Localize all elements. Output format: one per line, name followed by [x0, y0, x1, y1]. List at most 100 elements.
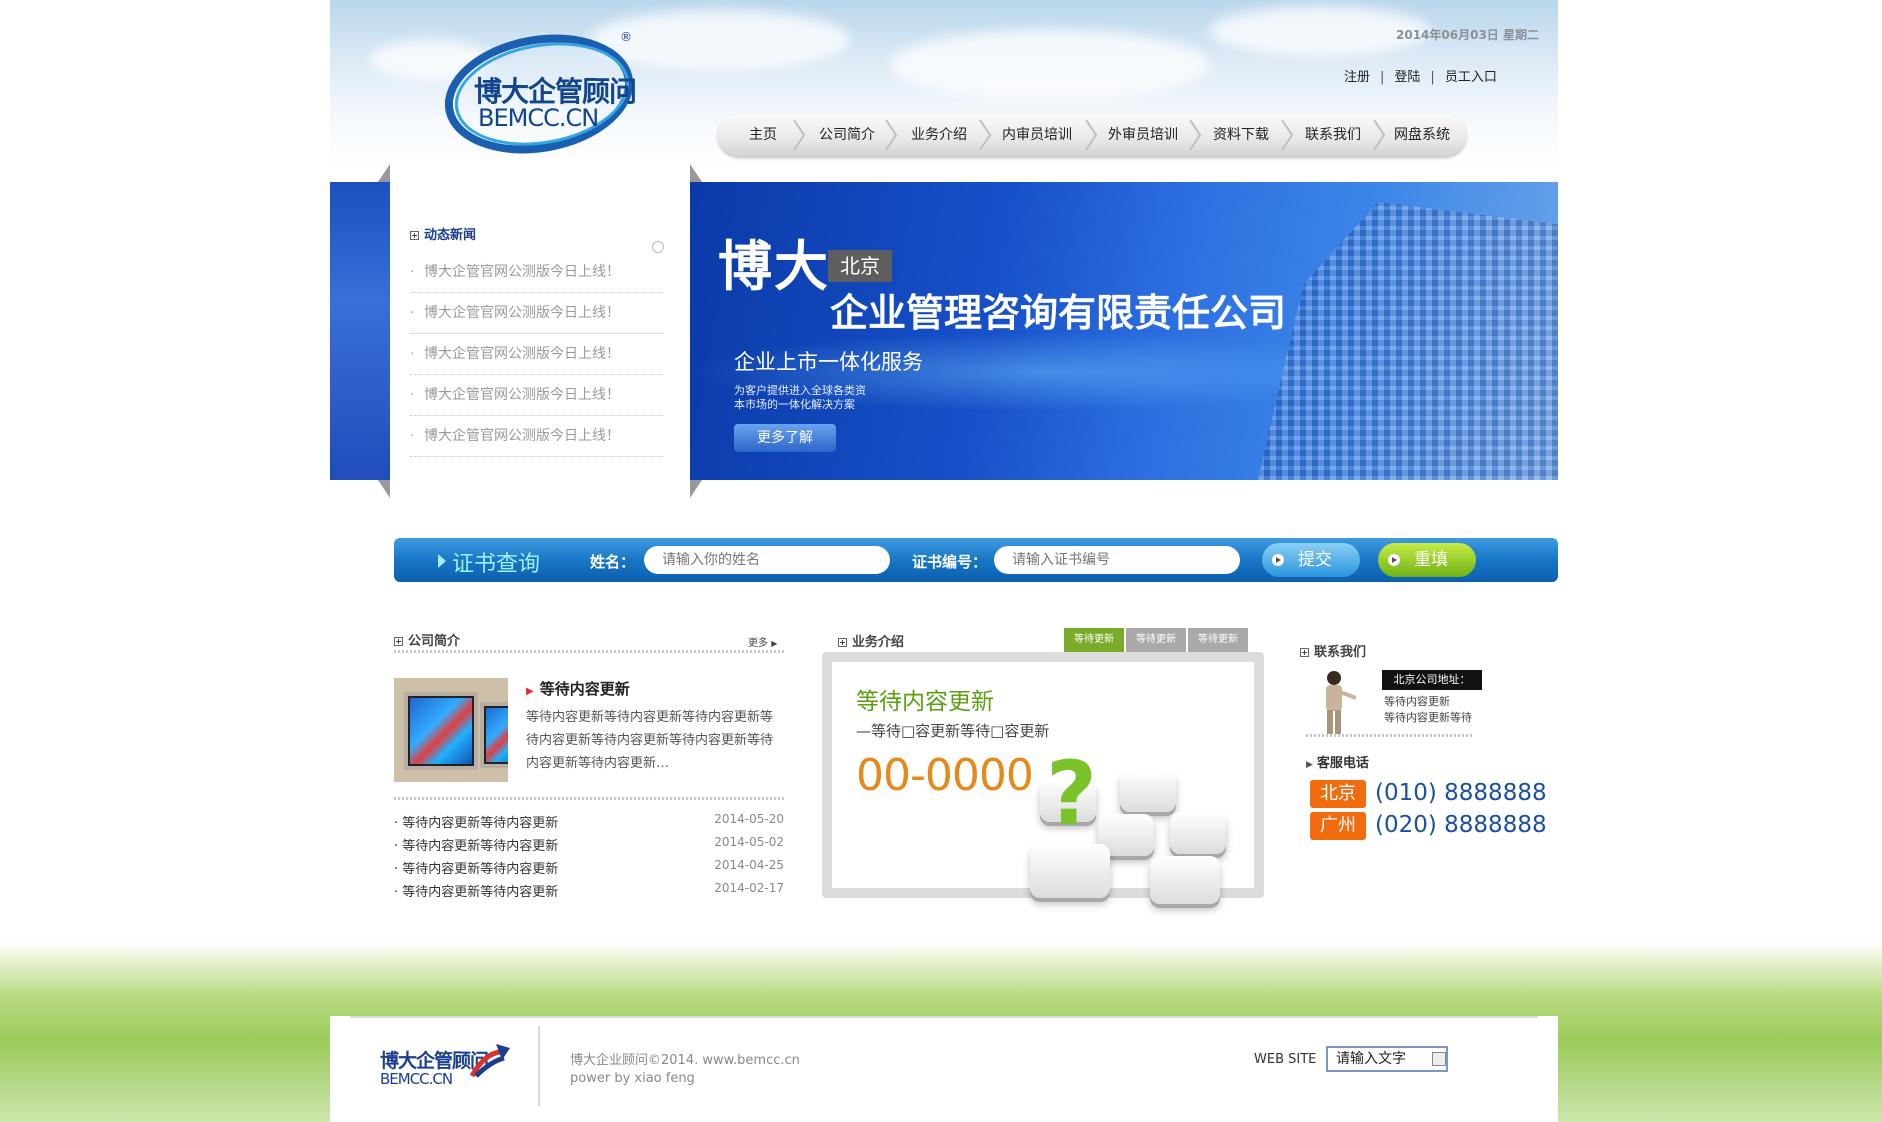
arrow-right-icon	[438, 554, 446, 568]
staff-entry-link[interactable]: 员工入口	[1445, 66, 1497, 85]
nav-separator-icon	[885, 119, 898, 151]
list-item-date: 2014-04-25	[714, 858, 784, 872]
nav-separator-icon	[1085, 119, 1098, 151]
login-link[interactable]: 登陆	[1394, 66, 1420, 85]
city-badge-guangzhou: 广州	[1310, 812, 1366, 840]
nav-external-auditor[interactable]: 外审员培训	[1094, 114, 1192, 156]
banner-description: 为客户提供进入全球各类资 本市场的一体化解决方案	[734, 384, 866, 412]
intro-headline[interactable]: ▶ 等待内容更新	[526, 678, 630, 699]
play-icon	[1272, 554, 1284, 566]
left-decor-strip	[330, 182, 390, 480]
nav-business[interactable]: 业务介绍	[896, 114, 982, 156]
news-item[interactable]: 博大企管官网公测版今日上线！	[410, 293, 664, 334]
nav-separator-icon	[979, 119, 992, 151]
nav-separator-icon	[1189, 119, 1202, 151]
list-item[interactable]: · 等待内容更新等待内容更新 2014-04-25	[394, 858, 784, 881]
address-label: 北京公司地址：	[1382, 670, 1482, 690]
chevron-right-icon: ▶	[771, 639, 778, 648]
list-item-date: 2014-05-20	[714, 812, 784, 826]
list-item[interactable]: · 等待内容更新等待内容更新 2014-05-20	[394, 812, 784, 835]
plus-icon	[1300, 648, 1309, 657]
reset-button[interactable]: 重填	[1378, 543, 1476, 577]
nav-downloads[interactable]: 资料下载	[1198, 114, 1284, 156]
list-item-title: 等待内容更新等待内容更新	[402, 862, 559, 877]
logo-text-en: BEMCC.CN	[478, 104, 599, 132]
building-image	[1258, 202, 1558, 480]
business-section-title: 业务介绍	[838, 631, 904, 650]
page: 博大企管顾问 BEMCC.CN ® 2014年06月03日 星期二 注册 | 登陆 |…	[0, 0, 1882, 1122]
news-list: 博大企管官网公测版今日上线！ 博大企管官网公测版今日上线！ 博大企管官网公测版今…	[410, 252, 664, 457]
nav-separator-icon	[793, 119, 806, 151]
divider	[394, 650, 784, 653]
news-section-title: 动态新闻	[410, 224, 476, 243]
service-phone-title-text: 客服电话	[1316, 756, 1369, 771]
news-item[interactable]: 博大企管官网公测版今日上线！	[410, 375, 664, 416]
business-tab-3[interactable]: 等待更新	[1188, 628, 1248, 652]
hero-banner: 博大 北京 企业管理咨询有限责任公司 企业上市一体化服务 为客户提供进入全球各类…	[690, 182, 1558, 480]
intro-paragraph: 等待内容更新等待内容更新等待内容更新等待内容更新等待内容更新等待内容更新等待内容…	[526, 710, 774, 771]
news-title-text: 动态新闻	[424, 228, 477, 243]
contact-section-title: 联系我们	[1300, 641, 1366, 660]
business-tab-1[interactable]: 等待更新	[1064, 628, 1124, 652]
business-number: 00-0000	[856, 750, 1034, 801]
top-links: 注册 | 登陆 | 员工入口	[1344, 66, 1497, 85]
business-tab-2[interactable]: 等待更新	[1126, 628, 1186, 652]
intro-more-link[interactable]: 更多 ▶	[748, 634, 777, 649]
address-line: 等待内容更新	[1384, 695, 1450, 708]
intro-section-title: 公司简介	[394, 630, 460, 649]
list-item-title: 等待内容更新等待内容更新	[402, 839, 559, 854]
address-line: 等待内容更新等待	[1384, 711, 1472, 724]
play-icon	[1388, 554, 1400, 566]
reset-label: 重填	[1414, 550, 1448, 570]
website-select[interactable]: 请输入文字	[1326, 1046, 1448, 1072]
chevron-down-icon[interactable]	[1432, 1052, 1446, 1066]
certificate-number-label: 证书编号：	[912, 553, 988, 571]
news-item[interactable]: 博大企管官网公测版今日上线！	[410, 334, 664, 375]
certificate-query-title: 证书查询	[452, 552, 541, 577]
banner-brand: 博大	[718, 235, 830, 298]
city-badge-beijing: 北京	[1310, 780, 1366, 808]
service-phone-title: ▶ 客服电话	[1306, 752, 1369, 771]
fold-corner	[378, 480, 390, 498]
business-subheading: —等待□容更新等待□容更新	[856, 722, 1050, 740]
intro-news-list: · 等待内容更新等待内容更新 2014-05-20 · 等待内容更新等待内容更新 2…	[394, 812, 784, 904]
nav-separator-icon	[1281, 119, 1294, 151]
footer-top-border	[350, 1016, 1538, 1018]
list-item[interactable]: · 等待内容更新等待内容更新 2014-02-17	[394, 881, 784, 904]
question-mark-icon: ?	[1046, 742, 1098, 845]
fold-corner	[690, 480, 702, 498]
nav-home[interactable]: 主页	[732, 114, 794, 156]
register-link[interactable]: 注册	[1344, 66, 1370, 85]
news-item[interactable]: 博大企管官网公测版今日上线！	[410, 252, 664, 293]
news-item[interactable]: 博大企管官网公测版今日上线！	[410, 416, 664, 457]
certificate-number-input[interactable]	[994, 546, 1240, 574]
divider	[394, 797, 784, 800]
triangle-right-icon: ▶	[1306, 760, 1313, 770]
nav-netdisk[interactable]: 网盘系统	[1382, 114, 1462, 156]
nav-internal-auditor[interactable]: 内审员培训	[988, 114, 1086, 156]
phone-beijing[interactable]: (010) 8888888	[1375, 780, 1547, 806]
submit-button[interactable]: 提交	[1262, 543, 1360, 577]
list-item[interactable]: · 等待内容更新等待内容更新 2014-05-02	[394, 835, 784, 858]
name-input[interactable]	[644, 546, 890, 574]
nav-contact[interactable]: 联系我们	[1290, 114, 1376, 156]
triangle-right-icon: ▶	[526, 686, 534, 697]
list-item-title: 等待内容更新等待内容更新	[402, 816, 559, 831]
banner-desc-line: 为客户提供进入全球各类资	[734, 384, 866, 397]
copyright-line: 博大企业顾问©2014. www.bemcc.cn	[570, 1053, 800, 1068]
person-icon	[1326, 671, 1356, 734]
footer-logo-en[interactable]: BEMCC.CN	[380, 1070, 453, 1088]
intro-thumbnail[interactable]	[394, 678, 508, 782]
name-label: 姓名：	[590, 553, 636, 571]
banner-city-badge: 北京	[828, 250, 892, 282]
address-text: 等待内容更新 等待内容更新等待	[1384, 694, 1472, 726]
fold-corner	[378, 164, 390, 182]
intro-title-text: 公司简介	[408, 634, 461, 649]
header-date: 2014年06月03日 星期二	[1396, 28, 1539, 42]
learn-more-button[interactable]: 更多了解	[734, 424, 836, 452]
website-label: WEB SITE	[1254, 1052, 1317, 1067]
nav-about[interactable]: 公司简介	[804, 114, 890, 156]
phone-guangzhou[interactable]: (020) 8888888	[1375, 812, 1547, 838]
site-logo[interactable]: 博大企管顾问 BEMCC.CN ®	[435, 20, 643, 168]
powered-by-line: power by xiao feng	[570, 1071, 695, 1086]
